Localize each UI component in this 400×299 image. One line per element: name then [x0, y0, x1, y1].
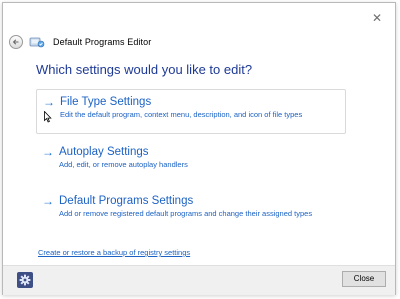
option-description: Edit the default program, context menu, …: [60, 110, 303, 119]
page-heading: Which settings would you like to edit?: [36, 62, 253, 77]
back-button[interactable]: [9, 35, 23, 49]
file-type-settings-option[interactable]: → File Type Settings Edit the default pr…: [36, 89, 346, 134]
arrow-right-icon: →: [43, 95, 55, 109]
settings-button[interactable]: [17, 272, 33, 288]
close-icon[interactable]: ✕: [371, 12, 383, 24]
window-title: Default Programs Editor: [53, 37, 152, 47]
settings-gear-icon: [19, 274, 31, 286]
dialog-footer: Close: [3, 265, 395, 295]
title-bar: Default Programs Editor: [9, 32, 151, 52]
option-description: Add or remove registered default program…: [59, 209, 313, 218]
option-description: Add, edit, or remove autoplay handlers: [59, 160, 188, 169]
default-programs-settings-option[interactable]: → Default Programs Settings Add or remov…: [36, 189, 346, 229]
option-label: File Type Settings: [60, 96, 152, 108]
mouse-cursor-icon: [44, 111, 52, 123]
close-button[interactable]: Close: [342, 271, 386, 287]
backup-registry-link[interactable]: Create or restore a backup of registry s…: [38, 248, 190, 257]
autoplay-settings-option[interactable]: → Autoplay Settings Add, edit, or remove…: [36, 140, 346, 180]
option-label: Default Programs Settings: [59, 195, 194, 207]
option-label: Autoplay Settings: [59, 146, 149, 158]
arrow-right-icon: →: [42, 145, 54, 159]
arrow-right-icon: →: [42, 194, 54, 208]
dialog-window: ✕ Default Programs Editor Which settings…: [2, 2, 396, 295]
default-programs-app-icon: [29, 37, 45, 48]
back-arrow-icon: [12, 39, 19, 45]
